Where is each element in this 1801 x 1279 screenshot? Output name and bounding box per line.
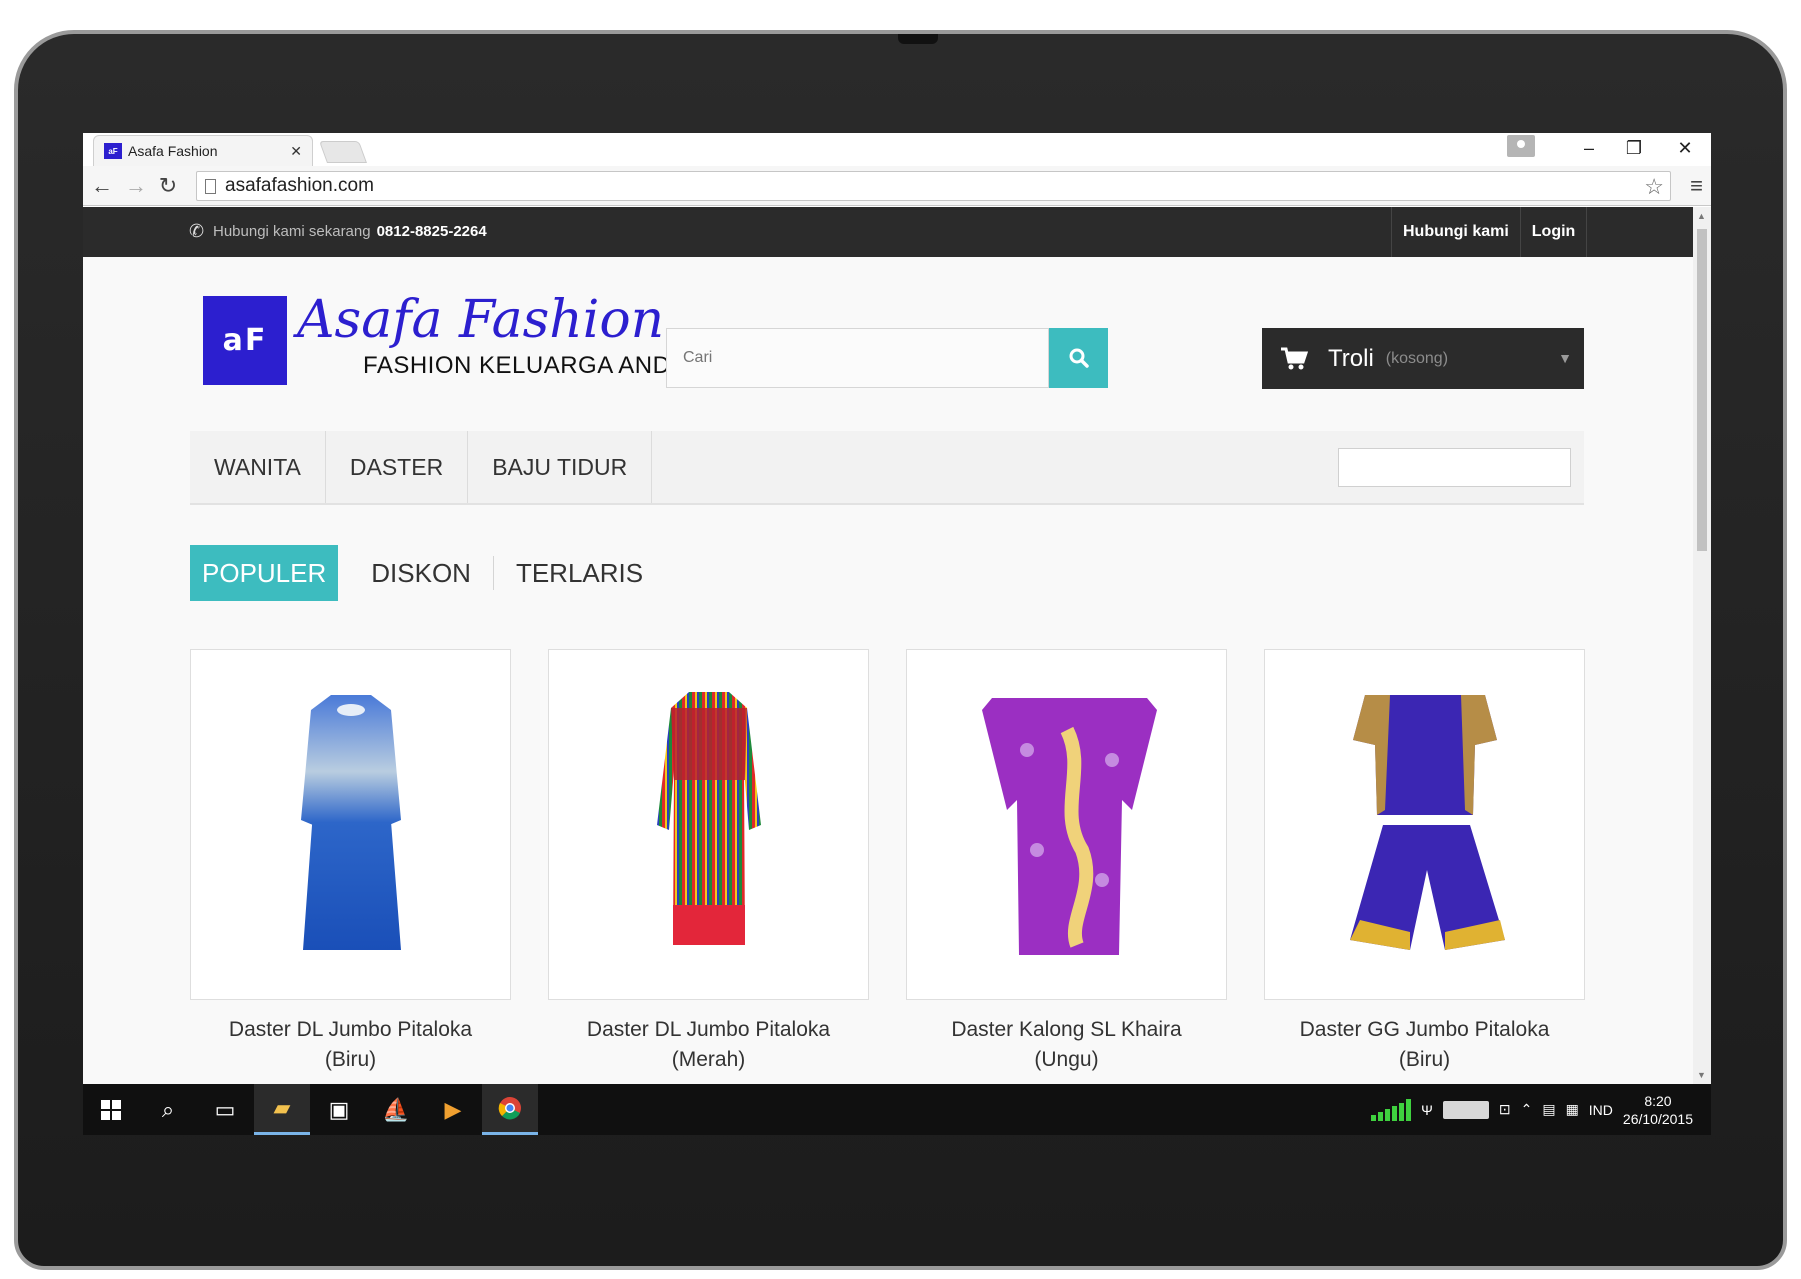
chevron-up-icon[interactable]: ⌃ [1521,1101,1533,1118]
language-indicator[interactable]: IND [1589,1102,1613,1118]
store-icon[interactable]: ▣ [311,1084,367,1135]
dress-red-image [657,692,761,945]
product-name[interactable]: Daster GG Jumbo Pitaloka [1264,1015,1585,1045]
forward-icon[interactable]: → [121,172,151,200]
product-grid: Daster DL Jumbo Pitaloka (Biru) Daster D… [190,649,1585,1075]
scroll-down-icon[interactable]: ▼ [1697,1070,1706,1080]
webcam [898,34,938,44]
cart-status: (kosong) [1385,349,1449,367]
login-link[interactable]: Login [1519,207,1588,257]
phone-icon: ✆ [189,221,205,241]
nav-item-baju-tidur[interactable]: BAJU TIDUR [468,431,653,503]
reload-icon[interactable]: ↻ [153,172,183,200]
clock-date: 26/10/2015 [1622,1110,1693,1127]
scrollbar-thumb[interactable] [1697,229,1707,551]
top-links: Hubungi kami Login [1391,207,1588,257]
browser-tab[interactable]: aF Asafa Fashion ✕ [93,135,313,166]
product-image[interactable] [548,649,869,1000]
product-image[interactable] [1264,649,1585,1000]
tab-title: Asafa Fashion [128,143,218,159]
close-window-icon[interactable]: ✕ [1659,133,1711,163]
tab-divider [492,556,494,590]
favicon-icon: aF [104,143,122,159]
cart-button[interactable]: Troli (kosong) ▼ [1262,328,1584,389]
tab-populer[interactable]: POPULER [190,545,339,601]
signal-strength-icon[interactable] [1371,1098,1412,1121]
clock[interactable]: 8:20 26/10/2015 [1623,1092,1693,1128]
address-bar: ← → ↻ asafafashion.com ☆ ≡ [83,166,1711,206]
product-variant: (Merah) [671,1048,746,1071]
product-name[interactable]: Daster Kalong SL Khaira [906,1015,1227,1045]
search-button[interactable] [1049,328,1108,388]
page-viewport: ✆ Hubungi kami sekarang 0812-8825-2264 H… [83,207,1711,1084]
search-icon [1069,348,1089,368]
chrome-icon[interactable] [482,1084,538,1135]
product-card[interactable]: Daster DL Jumbo Pitaloka (Merah) [548,649,869,1075]
url-text: asafafashion.com [225,175,374,196]
nav-item-daster[interactable]: DASTER [326,431,469,503]
product-name[interactable]: Daster DL Jumbo Pitaloka [190,1015,511,1045]
browser-tab-bar: aF Asafa Fashion ✕ – ❐ ✕ [83,133,1711,166]
product-image[interactable] [906,649,1227,1000]
search-bar [666,328,1108,388]
product-name[interactable]: Daster DL Jumbo Pitaloka [548,1015,869,1045]
logo-name: Asafa Fashion [297,290,665,350]
battery-icon[interactable] [1442,1100,1489,1119]
main-nav: WANITA DASTER BAJU TIDUR [190,431,1584,505]
display-icon[interactable]: ▤ [1542,1101,1555,1118]
dress-blue-image [301,695,401,950]
contact-us-link[interactable]: Hubungi kami [1391,207,1520,257]
url-input[interactable]: asafafashion.com ☆ [196,171,1671,201]
search-input[interactable] [666,328,1049,388]
contact-info: ✆ Hubungi kami sekarang 0812-8825-2264 [189,222,487,240]
nav-item-wanita[interactable]: WANITA [190,431,326,503]
site-logo[interactable]: aF Asafa Fashion FASHION KELUARGA ANDA [203,290,686,385]
screen: aF Asafa Fashion ✕ – ❐ ✕ ← → ↻ asafafash… [83,133,1711,1135]
app-icon[interactable]: ⛵ [368,1084,424,1135]
search-icon[interactable]: ⌕ [140,1084,196,1135]
tab-close-icon[interactable]: ✕ [290,143,302,160]
chevron-down-icon: ▼ [1558,350,1572,366]
tab-divider [348,556,349,590]
antenna-icon[interactable]: Ψ [1421,1102,1433,1118]
product-tabs: POPULER DISKON TERLARIS [190,545,655,601]
page-icon [205,179,216,194]
windows-start-icon[interactable] [83,1084,139,1135]
product-variant: (Biru) [324,1048,377,1071]
taskbar: ⌕ ▭ ▰ ▣ ⛵ ▶ Ψ ⊡ ⌃ ▤ ▦ IND 8:20 26/10/201… [83,1084,1711,1135]
cart-label: Troli [1328,344,1374,372]
product-card[interactable]: Daster Kalong SL Khaira (Ungu) [906,649,1227,1075]
product-card[interactable]: Daster GG Jumbo Pitaloka (Biru) [1264,649,1585,1075]
phone-number: 0812-8825-2264 [376,222,487,240]
tab-diskon[interactable]: DISKON [359,545,483,601]
scroll-up-icon[interactable]: ▲ [1697,211,1706,221]
browser-menu-icon[interactable]: ≡ [1690,173,1703,199]
file-explorer-icon[interactable]: ▰ [254,1084,310,1135]
pajama-set-image [1350,695,1505,950]
network-icon[interactable]: ⊡ [1499,1101,1511,1118]
dress-purple-image [982,698,1157,955]
product-card[interactable]: Daster DL Jumbo Pitaloka (Biru) [190,649,511,1075]
nav-search-input[interactable] [1338,448,1571,487]
product-variant: (Ungu) [1034,1048,1099,1071]
restore-icon[interactable]: ❐ [1608,133,1660,163]
top-bar: ✆ Hubungi kami sekarang 0812-8825-2264 H… [83,207,1693,257]
back-icon[interactable]: ← [87,172,117,200]
notification-icon[interactable]: ▦ [1566,1101,1579,1118]
profile-icon[interactable] [1507,135,1535,157]
logo-tagline: FASHION KELUARGA ANDA [363,352,687,379]
task-view-icon[interactable]: ▭ [197,1084,253,1135]
cart-icon [1281,347,1308,369]
product-variant: (Biru) [1398,1048,1451,1071]
logo-mark: aF [203,296,287,385]
new-tab-button[interactable] [318,141,368,163]
bookmark-star-icon[interactable]: ☆ [1644,174,1664,200]
system-tray: Ψ ⊡ ⌃ ▤ ▦ IND 8:20 26/10/2015 [1371,1084,1711,1135]
tab-terlaris[interactable]: TERLARIS [504,545,655,601]
page-scrollbar[interactable]: ▲ ▼ [1693,207,1711,1084]
clock-time: 8:20 [1644,1092,1672,1109]
product-image[interactable] [190,649,511,1000]
media-player-icon[interactable]: ▶ [425,1084,481,1135]
contact-label: Hubungi kami sekarang [213,222,371,240]
